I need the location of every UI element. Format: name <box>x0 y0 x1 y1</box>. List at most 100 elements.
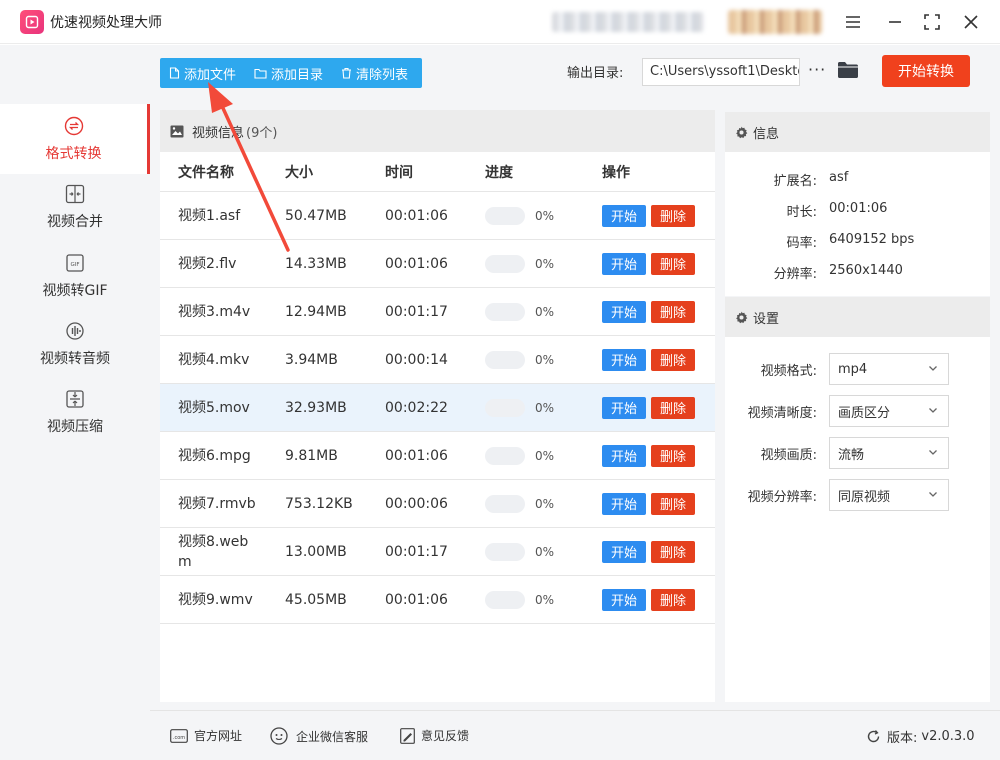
image-icon <box>170 125 184 137</box>
file-duration: 00:02:22 <box>385 399 448 416</box>
table-row[interactable]: 视频1.asf 50.47MB 00:01:06 0% 开始 删除 <box>160 192 715 240</box>
row-delete-button[interactable]: 删除 <box>651 540 695 563</box>
resolution-select[interactable]: 同原视频 <box>829 479 949 511</box>
blurred-account-info <box>552 12 704 32</box>
row-start-button[interactable]: 开始 <box>602 540 646 563</box>
progress-bar <box>485 446 525 465</box>
row-start-button[interactable]: 开始 <box>602 204 646 227</box>
file-duration: 00:00:06 <box>385 495 448 512</box>
action-cell: 开始 删除 <box>602 192 695 239</box>
table-row[interactable]: 视频3.m4v 12.94MB 00:01:17 0% 开始 删除 <box>160 288 715 336</box>
row-start-button[interactable]: 开始 <box>602 252 646 275</box>
sidebar-item-gif[interactable]: GIF 视频转GIF <box>0 241 150 311</box>
progress-percent: 0% <box>535 208 555 223</box>
progress-bar <box>485 494 525 513</box>
progress-percent: 0% <box>535 592 555 607</box>
file-size: 14.33MB <box>285 255 347 272</box>
gif-icon: GIF <box>64 252 86 274</box>
row-delete-button[interactable]: 删除 <box>651 348 695 371</box>
file-list-title: 视频信息 <box>192 125 245 141</box>
table-row[interactable]: 视频8.webm 13.00MB 00:01:17 0% 开始 删除 <box>160 528 715 576</box>
version-info: 版本: v2.0.3.0 <box>866 727 975 746</box>
row-start-button[interactable]: 开始 <box>602 300 646 323</box>
file-size: 13.00MB <box>285 543 347 560</box>
file-toolbar: 添加文件 添加目录 清除列表 <box>160 58 422 88</box>
progress-bar <box>485 590 525 609</box>
add-file-button[interactable]: 添加文件 <box>160 58 245 88</box>
close-icon[interactable] <box>960 11 982 33</box>
setting-clarity-row: 视频清晰度: 画质区分 <box>725 395 990 427</box>
row-delete-button[interactable]: 删除 <box>651 252 695 275</box>
wechat-support-link[interactable]: 企业微信客服 <box>270 727 368 745</box>
table-row[interactable]: 视频4.mkv 3.94MB 00:00:14 0% 开始 删除 <box>160 336 715 384</box>
footer: .com 官方网址 企业微信客服 意见反馈 版本: v2.0.3.0 <box>150 710 1000 760</box>
website-link[interactable]: .com 官方网址 <box>170 727 242 744</box>
file-duration: 00:01:17 <box>385 303 448 320</box>
chevron-down-icon <box>929 450 937 455</box>
action-cell: 开始 删除 <box>602 336 695 383</box>
file-size: 45.05MB <box>285 591 347 608</box>
settings-panel-header: 设置 <box>725 297 990 337</box>
progress-cell: 0% <box>485 288 554 335</box>
file-name: 视频4.mkv <box>178 351 250 368</box>
sidebar-item-compress[interactable]: 视频压缩 <box>0 377 150 447</box>
file-name: 视频5.mov <box>178 399 250 416</box>
open-folder-icon[interactable] <box>837 61 859 83</box>
refresh-icon <box>867 730 880 743</box>
table-row[interactable]: 视频2.flv 14.33MB 00:01:06 0% 开始 删除 <box>160 240 715 288</box>
feedback-link[interactable]: 意见反馈 <box>400 727 469 744</box>
row-start-button[interactable]: 开始 <box>602 348 646 371</box>
sidebar-item-format-convert[interactable]: 格式转换 <box>0 104 150 174</box>
browse-more-button[interactable]: ··· <box>808 60 826 79</box>
row-start-button[interactable]: 开始 <box>602 396 646 419</box>
setting-format-row: 视频格式: mp4 <box>725 353 990 385</box>
col-header-progress: 进度 <box>485 164 513 181</box>
row-delete-button[interactable]: 删除 <box>651 492 695 515</box>
row-delete-button[interactable]: 删除 <box>651 396 695 419</box>
svg-text:.com: .com <box>173 735 185 741</box>
info-duration-row: 时长: 00:01:06 <box>786 201 888 220</box>
col-header-size: 大小 <box>285 164 313 181</box>
row-delete-button[interactable]: 删除 <box>651 300 695 323</box>
progress-cell: 0% <box>485 480 554 527</box>
action-cell: 开始 删除 <box>602 240 695 287</box>
table-row[interactable]: 视频5.mov 32.93MB 00:02:22 0% 开始 删除 <box>160 384 715 432</box>
quality-select[interactable]: 流畅 <box>829 437 949 469</box>
file-size: 3.94MB <box>285 351 338 368</box>
sidebar-item-label: 视频转音频 <box>40 351 110 367</box>
progress-percent: 0% <box>535 496 555 511</box>
table-row[interactable]: 视频9.wmv 45.05MB 00:01:06 0% 开始 删除 <box>160 576 715 624</box>
row-start-button[interactable]: 开始 <box>602 444 646 467</box>
setting-resolution-row: 视频分辨率: 同原视频 <box>725 479 990 511</box>
progress-cell: 0% <box>485 336 554 383</box>
clear-list-button[interactable]: 清除列表 <box>332 58 417 88</box>
table-row[interactable]: 视频6.mpg 9.81MB 00:01:06 0% 开始 删除 <box>160 432 715 480</box>
maximize-icon[interactable] <box>921 11 943 33</box>
row-start-button[interactable]: 开始 <box>602 588 646 611</box>
row-start-button[interactable]: 开始 <box>602 492 646 515</box>
file-size: 753.12KB <box>285 495 353 512</box>
table-row[interactable]: 视频7.rmvb 753.12KB 00:00:06 0% 开始 删除 <box>160 480 715 528</box>
minimize-icon[interactable] <box>884 11 906 33</box>
row-delete-button[interactable]: 删除 <box>651 444 695 467</box>
format-select[interactable]: mp4 <box>829 353 949 385</box>
file-name: 视频8.webm <box>178 533 249 570</box>
progress-bar <box>485 206 525 225</box>
action-cell: 开始 删除 <box>602 432 695 479</box>
row-delete-button[interactable]: 删除 <box>651 204 695 227</box>
sidebar-item-merge[interactable]: 视频合并 <box>0 172 150 242</box>
start-convert-button[interactable]: 开始转换 <box>882 55 970 87</box>
clarity-select[interactable]: 画质区分 <box>829 395 949 427</box>
menu-icon[interactable] <box>842 11 864 33</box>
progress-cell: 0% <box>485 384 554 431</box>
output-dir-field[interactable]: C:\Users\yssoft1\Desktop <box>642 58 800 86</box>
sidebar-item-audio[interactable]: 视频转音频 <box>0 309 150 379</box>
progress-percent: 0% <box>535 448 555 463</box>
chevron-down-icon <box>929 408 937 413</box>
progress-percent: 0% <box>535 304 555 319</box>
col-header-name: 文件名称 <box>178 164 234 181</box>
wechat-icon <box>270 727 288 745</box>
add-directory-button[interactable]: 添加目录 <box>245 58 332 88</box>
file-name: 视频3.m4v <box>178 303 251 320</box>
row-delete-button[interactable]: 删除 <box>651 588 695 611</box>
